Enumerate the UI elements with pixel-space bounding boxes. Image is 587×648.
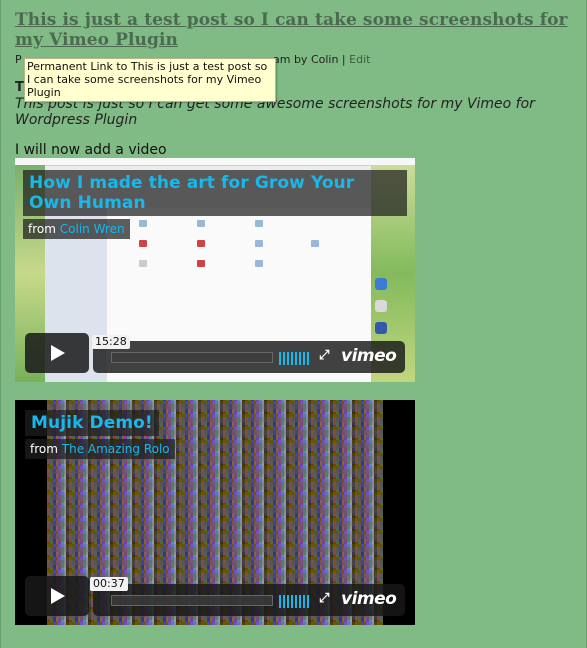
video-frame-dock-icon <box>375 278 387 290</box>
video-byline: from Colin Wren <box>23 219 130 239</box>
video-controls: ⤢ vimeo <box>93 584 405 616</box>
progress-track[interactable] <box>111 352 273 363</box>
vimeo-player-1[interactable]: How I made the art for Grow Your Own Hum… <box>15 158 415 382</box>
video-controls: ⤢ vimeo <box>93 341 405 373</box>
video-author-link[interactable]: The Amazing Rolo <box>62 442 170 456</box>
video-frame-file <box>125 240 161 248</box>
time-display: 00:37 <box>90 577 128 591</box>
post-tags-partial: T <box>15 80 24 95</box>
time-display: 15:28 <box>92 335 130 349</box>
edit-link[interactable]: Edit <box>349 53 370 66</box>
video-title[interactable]: How I made the art for Grow Your Own Hum… <box>23 170 407 216</box>
vimeo-logo[interactable]: vimeo <box>341 589 397 609</box>
volume-icon[interactable] <box>279 593 313 608</box>
video-frame-file <box>241 260 277 268</box>
play-icon <box>51 588 65 604</box>
fullscreen-icon[interactable]: ⤢ <box>319 591 329 606</box>
video-frame-file <box>183 220 219 228</box>
video-author-link[interactable]: Colin Wren <box>60 222 125 236</box>
volume-icon[interactable] <box>279 350 313 365</box>
post-title-link[interactable]: This is just a test post so I can take s… <box>15 10 575 50</box>
meta-author: am by Colin | <box>273 53 346 66</box>
video-frame-file <box>241 240 277 248</box>
vimeo-logo[interactable]: vimeo <box>341 346 397 366</box>
permalink-tooltip: Permanent Link to This is just a test po… <box>24 58 276 102</box>
fullscreen-icon[interactable]: ⤢ <box>319 348 329 363</box>
video-title[interactable]: Mujik Demo! <box>25 410 159 436</box>
video-frame-file <box>125 260 161 268</box>
video-frame-dock-icon <box>375 300 387 312</box>
play-icon <box>51 345 65 361</box>
post-add-video-text: I will now add a video <box>15 142 167 158</box>
video-frame-file <box>183 240 219 248</box>
video-byline: from The Amazing Rolo <box>25 439 175 459</box>
video-frame-file <box>125 220 161 228</box>
progress-track[interactable] <box>111 595 273 606</box>
page-left-border <box>0 0 1 648</box>
video-frame-dock-icon <box>375 322 387 334</box>
video-frame-file <box>241 220 277 228</box>
video-frame-file <box>183 260 219 268</box>
play-button[interactable] <box>25 333 89 373</box>
video-frame-file <box>297 240 333 248</box>
vimeo-player-2[interactable]: Mujik Demo! from The Amazing Rolo ⤢ vime… <box>15 400 415 625</box>
play-button[interactable] <box>25 576 89 616</box>
meta-prefix: P <box>15 53 22 66</box>
video-frame-menubar <box>15 158 415 166</box>
